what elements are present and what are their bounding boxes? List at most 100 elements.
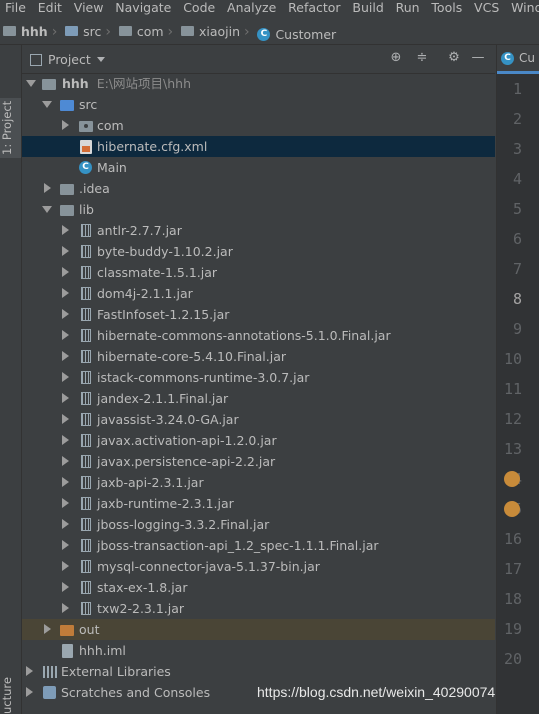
- line-number: 7: [512, 260, 522, 278]
- collapse-arrow-icon[interactable]: [62, 477, 69, 487]
- collapse-arrow-icon[interactable]: [62, 246, 69, 256]
- breadcrumb-project[interactable]: hhh: [0, 18, 51, 44]
- jar-icon: [81, 413, 91, 426]
- tree-node-jar[interactable]: stax-ex-1.8.jar: [22, 577, 495, 598]
- tree-node-jar[interactable]: txw2-2.3.1.jar: [22, 598, 495, 619]
- tree-node-jar[interactable]: hibernate-core-5.4.10.Final.jar: [22, 346, 495, 367]
- gutter-marker-icon[interactable]: [504, 471, 520, 487]
- collapse-arrow-icon[interactable]: [26, 666, 33, 676]
- tree-node-jar[interactable]: antlr-2.7.7.jar: [22, 220, 495, 241]
- chevron-down-icon: [96, 57, 105, 62]
- collapse-arrow-icon[interactable]: [62, 351, 69, 361]
- tree-node-jar[interactable]: hibernate-commons-annotations-5.1.0.Fina…: [22, 325, 495, 346]
- tree-node-jar[interactable]: classmate-1.5.1.jar: [22, 262, 495, 283]
- collapse-arrow-icon[interactable]: [62, 120, 69, 130]
- expand-arrow-icon[interactable]: [42, 101, 52, 108]
- collapse-arrow-icon[interactable]: [62, 372, 69, 382]
- gutter-marker-icon[interactable]: [504, 501, 520, 517]
- jar-icon: [81, 371, 91, 384]
- menu-analyze[interactable]: Analyze: [222, 0, 279, 16]
- tree-node-idea[interactable]: .idea: [22, 178, 495, 199]
- expand-arrow-icon[interactable]: [26, 80, 36, 87]
- project-view-selector[interactable]: Project: [30, 52, 105, 67]
- collapse-arrow-icon[interactable]: [44, 183, 51, 193]
- gear-icon[interactable]: ⚙: [447, 51, 461, 65]
- tree-node-jar[interactable]: jaxb-runtime-2.3.1.jar: [22, 493, 495, 514]
- collapse-arrow-icon[interactable]: [62, 393, 69, 403]
- collapse-arrow-icon[interactable]: [62, 267, 69, 277]
- collapse-arrow-icon[interactable]: [62, 330, 69, 340]
- tree-node-jar[interactable]: FastInfoset-1.2.15.jar: [22, 304, 495, 325]
- menu-build[interactable]: Build: [347, 0, 386, 16]
- tree-node-jar[interactable]: byte-buddy-1.10.2.jar: [22, 241, 495, 262]
- tree-node-jar[interactable]: dom4j-2.1.1.jar: [22, 283, 495, 304]
- collapse-arrow-icon[interactable]: [62, 288, 69, 298]
- collapse-arrow-icon[interactable]: [62, 309, 69, 319]
- menu-window[interactable]: Window: [506, 0, 539, 16]
- minimize-icon[interactable]: —: [471, 51, 485, 65]
- tree-node-jar[interactable]: istack-commons-runtime-3.0.7.jar: [22, 367, 495, 388]
- collapse-arrow-icon[interactable]: [62, 414, 69, 424]
- collapse-arrow-icon[interactable]: [62, 498, 69, 508]
- collapse-all-icon[interactable]: ≑: [415, 51, 429, 65]
- collapse-arrow-icon[interactable]: [26, 687, 33, 697]
- tree-node-jar[interactable]: jandex-2.1.1.Final.jar: [22, 388, 495, 409]
- tree-node-hibernate-cfg[interactable]: hibernate.cfg.xml: [22, 136, 495, 157]
- collapse-arrow-icon[interactable]: [62, 540, 69, 550]
- tree-node-label: com: [97, 118, 124, 133]
- tree-node-jar[interactable]: jboss-logging-3.3.2.Final.jar: [22, 514, 495, 535]
- menu-view[interactable]: View: [69, 0, 107, 16]
- collapse-arrow-icon[interactable]: [62, 561, 69, 571]
- collapse-arrow-icon[interactable]: [44, 624, 51, 634]
- tree-node-label: jboss-transaction-api_1.2_spec-1.1.1.Fin…: [97, 538, 379, 553]
- project-tool-tab[interactable]: 1: Project: [0, 98, 21, 158]
- tree-node-src[interactable]: src: [22, 94, 495, 115]
- tree-node-external-libraries[interactable]: External Libraries: [22, 661, 495, 682]
- jar-icon: [81, 581, 91, 594]
- menu-tools[interactable]: Tools: [426, 0, 465, 16]
- collapse-arrow-icon[interactable]: [62, 519, 69, 529]
- jar-icon: [81, 476, 91, 489]
- breadcrumb-src[interactable]: src: [62, 18, 104, 44]
- tree-node-root[interactable]: hhh E:\网站项目\hhh: [22, 73, 495, 94]
- menu-refactor[interactable]: Refactor: [283, 0, 343, 16]
- tree-node-out[interactable]: out: [22, 619, 495, 640]
- tree-node-jar[interactable]: javassist-3.24.0-GA.jar: [22, 409, 495, 430]
- tree-node-jar[interactable]: javax.persistence-api-2.2.jar: [22, 451, 495, 472]
- tree-node-jar[interactable]: jaxb-api-2.3.1.jar: [22, 472, 495, 493]
- tree-node-jar[interactable]: mysql-connector-java-5.1.37-bin.jar: [22, 556, 495, 577]
- tree-node-jar[interactable]: jboss-transaction-api_1.2_spec-1.1.1.Fin…: [22, 535, 495, 556]
- folder-icon: [3, 26, 16, 36]
- menu-navigate[interactable]: Navigate: [110, 0, 174, 16]
- editor-tab-customer[interactable]: C Cu: [497, 45, 539, 74]
- project-icon: [30, 53, 42, 66]
- tree-node-com[interactable]: com: [22, 115, 495, 136]
- menu-code[interactable]: Code: [178, 0, 218, 16]
- breadcrumb-customer[interactable]: C Customer: [254, 21, 339, 44]
- structure-tool-tab[interactable]: ucture: [0, 677, 21, 714]
- collapse-arrow-icon[interactable]: [62, 435, 69, 445]
- tree-node-label: mysql-connector-java-5.1.37-bin.jar: [97, 559, 320, 574]
- menu-edit[interactable]: Edit: [33, 0, 65, 16]
- menu-vcs[interactable]: VCS: [469, 0, 502, 16]
- tree-node-main[interactable]: C Main: [22, 157, 495, 178]
- breadcrumb-xiaojin[interactable]: xiaojin: [178, 18, 243, 44]
- collapse-arrow-icon[interactable]: [62, 603, 69, 613]
- menu-file[interactable]: File: [0, 0, 29, 16]
- expand-arrow-icon[interactable]: [42, 206, 52, 213]
- tree-node-iml[interactable]: hhh.iml: [22, 640, 495, 661]
- breadcrumb-com[interactable]: com: [116, 18, 167, 44]
- menu-run[interactable]: Run: [391, 0, 423, 16]
- collapse-arrow-icon[interactable]: [62, 225, 69, 235]
- source-folder-icon: [60, 100, 74, 111]
- locate-icon[interactable]: ⊕: [389, 51, 403, 65]
- package-icon: [79, 121, 93, 132]
- module-file-icon: [62, 644, 73, 658]
- tree-node-jar[interactable]: javax.activation-api-1.2.0.jar: [22, 430, 495, 451]
- collapse-arrow-icon[interactable]: [62, 456, 69, 466]
- tree-node-label: jandex-2.1.1.Final.jar: [97, 391, 229, 406]
- collapse-arrow-icon[interactable]: [62, 582, 69, 592]
- scratches-icon: [43, 686, 56, 699]
- breadcrumb-label: src: [83, 23, 102, 39]
- tree-node-lib[interactable]: lib: [22, 199, 495, 220]
